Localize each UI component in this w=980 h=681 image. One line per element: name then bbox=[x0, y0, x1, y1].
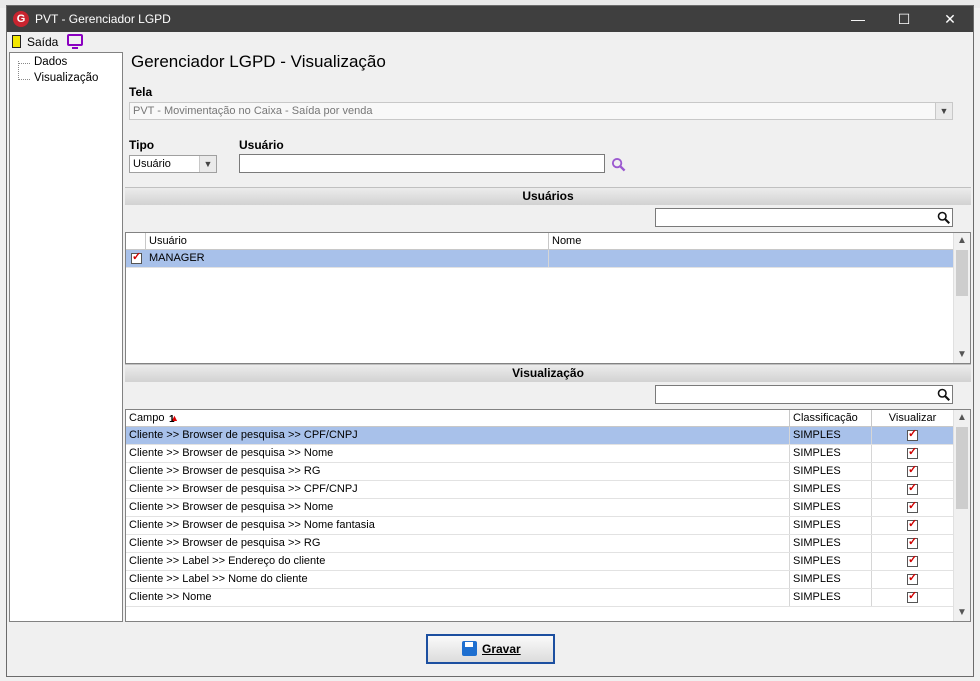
cell-campo: Cliente >> Browser de pesquisa >> Nome f… bbox=[126, 517, 790, 534]
table-row[interactable]: Cliente >> Label >> Nome do cliente SIMP… bbox=[126, 571, 954, 589]
chevron-down-icon: ▼ bbox=[199, 156, 216, 172]
tree-item-visualizacao[interactable]: Visualização bbox=[14, 72, 98, 84]
column-header-usuario[interactable]: Usuário bbox=[146, 233, 549, 250]
scrollbar-thumb[interactable] bbox=[956, 427, 968, 509]
search-icon[interactable] bbox=[937, 211, 951, 225]
scrollbar-thumb[interactable] bbox=[956, 250, 968, 296]
cell-classificacao: SIMPLES bbox=[790, 571, 872, 588]
tipo-label: Tipo bbox=[129, 138, 155, 152]
usuarios-scrollbar[interactable]: ▲ ▼ bbox=[953, 233, 970, 363]
tree-item-dados[interactable]: Dados bbox=[14, 56, 67, 68]
cell-campo: Cliente >> Label >> Nome do cliente bbox=[126, 571, 790, 588]
page-title: Gerenciador LGPD - Visualização bbox=[131, 52, 386, 71]
navigation-tree: Dados Visualização bbox=[9, 52, 123, 622]
save-button[interactable]: Gravar bbox=[426, 634, 555, 664]
toolbar: Saída bbox=[7, 32, 973, 52]
tela-label: Tela bbox=[129, 85, 153, 99]
cell-campo: Cliente >> Browser de pesquisa >> CPF/CN… bbox=[126, 427, 790, 444]
cell-classificacao: SIMPLES bbox=[790, 427, 872, 444]
visualizar-checkbox[interactable] bbox=[907, 517, 918, 531]
window-title: PVT - Gerenciador LGPD bbox=[35, 12, 171, 26]
scroll-down-icon[interactable]: ▼ bbox=[954, 605, 970, 621]
visualizacao-scrollbar[interactable]: ▲ ▼ bbox=[953, 410, 970, 621]
chevron-down-icon: ▼ bbox=[935, 103, 952, 119]
maximize-button[interactable]: ☐ bbox=[881, 6, 927, 32]
cell-usuario: MANAGER bbox=[146, 250, 549, 267]
cell-campo: Cliente >> Browser de pesquisa >> Nome bbox=[126, 499, 790, 516]
column-header-campo[interactable]: Campo ▲ 1 bbox=[126, 410, 790, 427]
title-bar: G PVT - Gerenciador LGPD — ☐ ✕ bbox=[7, 6, 973, 32]
close-button[interactable]: ✕ bbox=[927, 6, 973, 32]
table-row[interactable]: Cliente >> Browser de pesquisa >> Nome f… bbox=[126, 517, 954, 535]
window: G PVT - Gerenciador LGPD — ☐ ✕ Saída Dad… bbox=[6, 5, 974, 677]
table-row[interactable]: Cliente >> Browser de pesquisa >> RG SIM… bbox=[126, 535, 954, 553]
usuario-input[interactable] bbox=[239, 154, 605, 173]
cell-classificacao: SIMPLES bbox=[790, 517, 872, 534]
minimize-button[interactable]: — bbox=[835, 6, 881, 32]
visualizacao-grid: Campo ▲ 1 Classificação Visualizar Clien… bbox=[125, 409, 971, 622]
scroll-down-icon[interactable]: ▼ bbox=[954, 347, 970, 363]
cell-classificacao: SIMPLES bbox=[790, 481, 872, 498]
usuarios-grid: Usuário Nome MANAGER ▲ ▼ bbox=[125, 232, 971, 364]
visualizar-checkbox[interactable] bbox=[907, 445, 918, 459]
scroll-up-icon[interactable]: ▲ bbox=[954, 410, 970, 426]
exit-label: Saída bbox=[27, 35, 59, 49]
usuario-label: Usuário bbox=[239, 138, 284, 152]
visualizar-checkbox[interactable] bbox=[907, 427, 918, 441]
search-icon[interactable] bbox=[611, 157, 626, 172]
tipo-select[interactable]: Usuário ▼ bbox=[129, 155, 217, 173]
table-row[interactable]: Cliente >> Nome SIMPLES bbox=[126, 589, 954, 607]
cell-classificacao: SIMPLES bbox=[790, 463, 872, 480]
visualizar-checkbox[interactable] bbox=[907, 535, 918, 549]
sort-order-indicator: 1 bbox=[169, 414, 175, 425]
visualizacao-filter-input[interactable] bbox=[655, 385, 953, 404]
table-row[interactable]: Cliente >> Browser de pesquisa >> Nome S… bbox=[126, 445, 954, 463]
visualizar-checkbox[interactable] bbox=[907, 481, 918, 495]
usuarios-section-header: Usuários bbox=[125, 187, 971, 205]
cell-classificacao: SIMPLES bbox=[790, 445, 872, 462]
cell-classificacao: SIMPLES bbox=[790, 589, 872, 606]
visualizar-checkbox[interactable] bbox=[907, 589, 918, 603]
column-header-check bbox=[126, 233, 146, 250]
table-row[interactable]: Cliente >> Browser de pesquisa >> CPF/CN… bbox=[126, 427, 954, 445]
column-header-visualizar[interactable]: Visualizar bbox=[872, 410, 954, 427]
usuarios-filter-input[interactable] bbox=[655, 208, 953, 227]
save-button-label: Gravar bbox=[482, 642, 521, 656]
cell-campo: Cliente >> Nome bbox=[126, 589, 790, 606]
cell-campo: Cliente >> Browser de pesquisa >> RG bbox=[126, 535, 790, 552]
cell-classificacao: SIMPLES bbox=[790, 499, 872, 516]
table-row[interactable]: MANAGER bbox=[126, 250, 954, 268]
column-header-nome[interactable]: Nome bbox=[549, 233, 954, 250]
column-header-campo-label: Campo bbox=[129, 412, 165, 424]
visualizar-checkbox[interactable] bbox=[907, 463, 918, 477]
search-icon[interactable] bbox=[937, 388, 951, 402]
cell-campo: Cliente >> Browser de pesquisa >> RG bbox=[126, 463, 790, 480]
cell-campo: Cliente >> Browser de pesquisa >> CPF/CN… bbox=[126, 481, 790, 498]
tipo-select-value: Usuário bbox=[133, 158, 171, 170]
visualizar-checkbox[interactable] bbox=[907, 499, 918, 513]
exit-door-icon bbox=[12, 35, 21, 48]
cell-campo: Cliente >> Browser de pesquisa >> Nome bbox=[126, 445, 790, 462]
visualizar-checkbox[interactable] bbox=[907, 553, 918, 567]
table-row[interactable]: Cliente >> Label >> Endereço do cliente … bbox=[126, 553, 954, 571]
cell-campo: Cliente >> Label >> Endereço do cliente bbox=[126, 553, 790, 570]
visualizar-checkbox[interactable] bbox=[907, 571, 918, 585]
tela-select-value: PVT - Movimentação no Caixa - Saída por … bbox=[133, 105, 373, 117]
app-logo-icon: G bbox=[13, 11, 29, 27]
tela-select[interactable]: PVT - Movimentação no Caixa - Saída por … bbox=[129, 102, 953, 120]
column-header-classificacao[interactable]: Classificação bbox=[790, 410, 872, 427]
cell-classificacao: SIMPLES bbox=[790, 553, 872, 570]
row-checkbox[interactable] bbox=[131, 250, 142, 264]
visualizacao-section-header: Visualização bbox=[125, 364, 971, 382]
table-row[interactable]: Cliente >> Browser de pesquisa >> RG SIM… bbox=[126, 463, 954, 481]
table-row[interactable]: Cliente >> Browser de pesquisa >> Nome S… bbox=[126, 499, 954, 517]
table-row[interactable]: Cliente >> Browser de pesquisa >> CPF/CN… bbox=[126, 481, 954, 499]
cell-classificacao: SIMPLES bbox=[790, 535, 872, 552]
scroll-up-icon[interactable]: ▲ bbox=[954, 233, 970, 249]
floppy-disk-icon bbox=[462, 641, 477, 656]
monitor-icon[interactable] bbox=[67, 34, 83, 49]
cell-nome bbox=[549, 250, 954, 267]
